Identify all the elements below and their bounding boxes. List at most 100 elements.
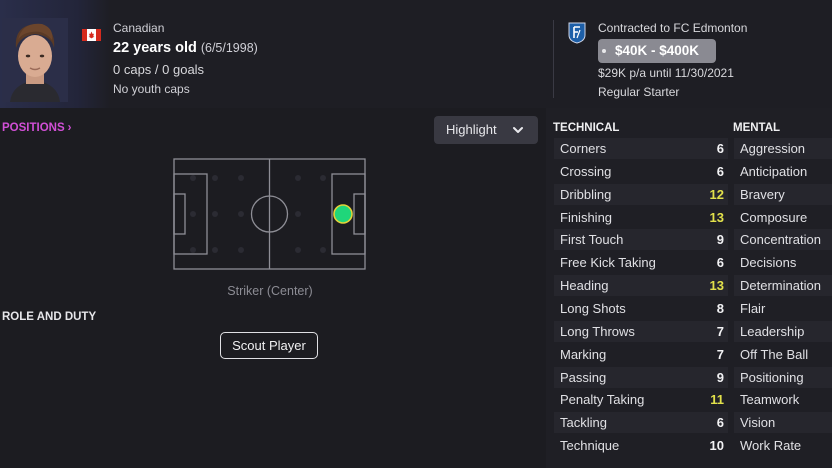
technical-attribute-row[interactable]: Finishing 13 bbox=[554, 207, 728, 228]
mental-attribute-row[interactable]: Determination bbox=[734, 275, 832, 297]
technical-attribute-row[interactable]: Long Throws 7 bbox=[554, 320, 728, 342]
attribute-name: Decisions bbox=[740, 255, 797, 271]
mental-attribute-row[interactable]: Composure bbox=[734, 207, 832, 228]
attribute-name: Work Rate bbox=[740, 438, 802, 454]
attribute-name: Vision bbox=[740, 415, 776, 431]
attribute-value: 9 bbox=[716, 232, 724, 248]
technical-attribute-row[interactable]: Tackling 6 bbox=[554, 412, 728, 434]
attribute-value: 13 bbox=[709, 278, 724, 294]
position-pitch bbox=[173, 158, 366, 270]
player-avatar bbox=[2, 18, 68, 102]
age-label: 22 years old (6/5/1998) bbox=[113, 40, 258, 56]
mental-attribute-row[interactable]: Vision bbox=[734, 412, 832, 434]
attribute-name: Long Shots bbox=[560, 301, 626, 316]
attribute-name: Corners bbox=[560, 141, 607, 156]
technical-heading: TECHNICAL bbox=[553, 122, 620, 134]
attribute-name: Anticipation bbox=[740, 163, 808, 179]
attribute-name: Leadership bbox=[740, 323, 805, 339]
technical-attribute-row[interactable]: Free Kick Taking 6 bbox=[554, 252, 728, 273]
contract-club[interactable]: Contracted to FC Edmonton bbox=[598, 21, 747, 35]
attribute-name: Flair bbox=[740, 301, 766, 316]
youth-caps: No youth caps bbox=[113, 82, 190, 96]
header-divider bbox=[553, 20, 554, 98]
highlight-dropdown[interactable]: Highlight bbox=[434, 116, 538, 144]
international-caps: 0 caps / 0 goals bbox=[113, 62, 205, 77]
attribute-name: Composure bbox=[740, 209, 808, 225]
position-label: Striker (Center) bbox=[227, 284, 313, 298]
attribute-value: 6 bbox=[716, 141, 724, 156]
technical-attribute-row[interactable]: Marking 7 bbox=[554, 344, 728, 365]
attribute-value: 13 bbox=[709, 209, 724, 225]
wage-range-value: $40K - $400K bbox=[614, 43, 700, 58]
attribute-name: Aggression bbox=[740, 141, 806, 156]
mental-attribute-row[interactable]: Bravery bbox=[734, 183, 832, 205]
attribute-name: Heading bbox=[560, 278, 609, 294]
attribute-value: 9 bbox=[716, 369, 724, 385]
attribute-name: First Touch bbox=[560, 232, 624, 248]
pitch-grid-dots bbox=[190, 175, 326, 253]
scout-player-label: Scout Player bbox=[232, 338, 306, 353]
attribute-name: Penalty Taking bbox=[560, 392, 645, 408]
attribute-value: 10 bbox=[709, 438, 724, 454]
nationality-label: Canadian bbox=[113, 21, 165, 35]
attribute-value: 7 bbox=[716, 323, 724, 339]
positions-heading[interactable]: POSITIONS › bbox=[2, 122, 71, 134]
date-of-birth: (6/5/1998) bbox=[200, 41, 258, 55]
mental-attribute-row[interactable]: Teamwork bbox=[734, 389, 832, 410]
fc-edmonton-badge-icon[interactable] bbox=[567, 22, 587, 44]
technical-attribute-row[interactable]: First Touch 9 bbox=[554, 229, 728, 251]
attribute-value: 6 bbox=[716, 255, 724, 271]
player-header: Canadian 22 years old (6/5/1998) 0 caps /… bbox=[0, 0, 832, 108]
attribute-value: 6 bbox=[716, 415, 724, 431]
mental-attribute-row[interactable]: Flair bbox=[734, 298, 832, 319]
mental-attribute-row[interactable]: Decisions bbox=[734, 252, 832, 273]
attribute-name: Crossing bbox=[560, 163, 612, 179]
technical-attribute-row[interactable]: Passing 9 bbox=[554, 366, 728, 388]
attribute-value: 12 bbox=[709, 186, 724, 202]
attribute-value: 6 bbox=[716, 163, 724, 179]
attribute-name: Finishing bbox=[560, 209, 613, 225]
attribute-name: Concentration bbox=[740, 232, 821, 248]
attribute-name: Off The Ball bbox=[740, 346, 809, 362]
technical-attribute-row[interactable]: Long Shots 8 bbox=[554, 298, 728, 319]
chevron-down-icon bbox=[513, 127, 523, 133]
mental-attribute-row[interactable]: Concentration bbox=[734, 229, 832, 251]
technical-attribute-row[interactable]: Crossing 6 bbox=[554, 161, 728, 182]
mental-attribute-row[interactable]: Off The Ball bbox=[734, 344, 832, 365]
attribute-name: Passing bbox=[560, 369, 607, 385]
attribute-name: Positioning bbox=[740, 369, 804, 385]
attribute-name: Free Kick Taking bbox=[560, 255, 656, 271]
attribute-name: Dribbling bbox=[560, 186, 612, 202]
attribute-name: Long Throws bbox=[560, 323, 635, 339]
striker-position-marker[interactable] bbox=[333, 204, 353, 224]
mental-attribute-row[interactable]: Leadership bbox=[734, 320, 832, 342]
mental-attribute-row[interactable]: Anticipation bbox=[734, 161, 832, 182]
attribute-value: 11 bbox=[710, 392, 724, 408]
technical-attribute-row[interactable]: Heading 13 bbox=[554, 275, 728, 297]
scout-player-button[interactable]: Scout Player bbox=[220, 332, 318, 359]
technical-attribute-row[interactable]: Dribbling 12 bbox=[554, 183, 728, 205]
attribute-name: Tackling bbox=[560, 415, 607, 431]
technical-attribute-row[interactable]: Technique 10 bbox=[554, 435, 728, 456]
attribute-name: Bravery bbox=[740, 186, 785, 202]
technical-attribute-row[interactable]: Corners 6 bbox=[554, 138, 728, 159]
mental-attribute-row[interactable]: Work Rate bbox=[734, 435, 832, 456]
wage-detail: $29K p/a until 11/30/2021 bbox=[598, 66, 734, 80]
attribute-name: Determination bbox=[740, 278, 821, 294]
mental-attribute-row[interactable]: Positioning bbox=[734, 366, 832, 388]
technical-attribute-row[interactable]: Penalty Taking 11 bbox=[554, 389, 728, 410]
canada-flag-icon bbox=[82, 28, 101, 41]
attribute-value: 8 bbox=[716, 301, 724, 316]
chevron-right-icon: › bbox=[67, 122, 72, 134]
age-value: 22 years old bbox=[113, 40, 197, 56]
attribute-name: Teamwork bbox=[740, 392, 800, 408]
attribute-value: 7 bbox=[716, 346, 724, 362]
positions-title-text: POSITIONS bbox=[2, 122, 65, 134]
role-and-duty-heading: ROLE AND DUTY bbox=[2, 311, 97, 323]
wage-range-badge: $40K - $400K bbox=[598, 39, 716, 63]
mental-attribute-row[interactable]: Aggression bbox=[734, 138, 832, 159]
highlight-dropdown-label: Highlight bbox=[446, 122, 497, 137]
mental-heading: MENTAL bbox=[733, 122, 781, 134]
attribute-name: Marking bbox=[560, 346, 607, 362]
squad-status: Regular Starter bbox=[598, 85, 680, 99]
